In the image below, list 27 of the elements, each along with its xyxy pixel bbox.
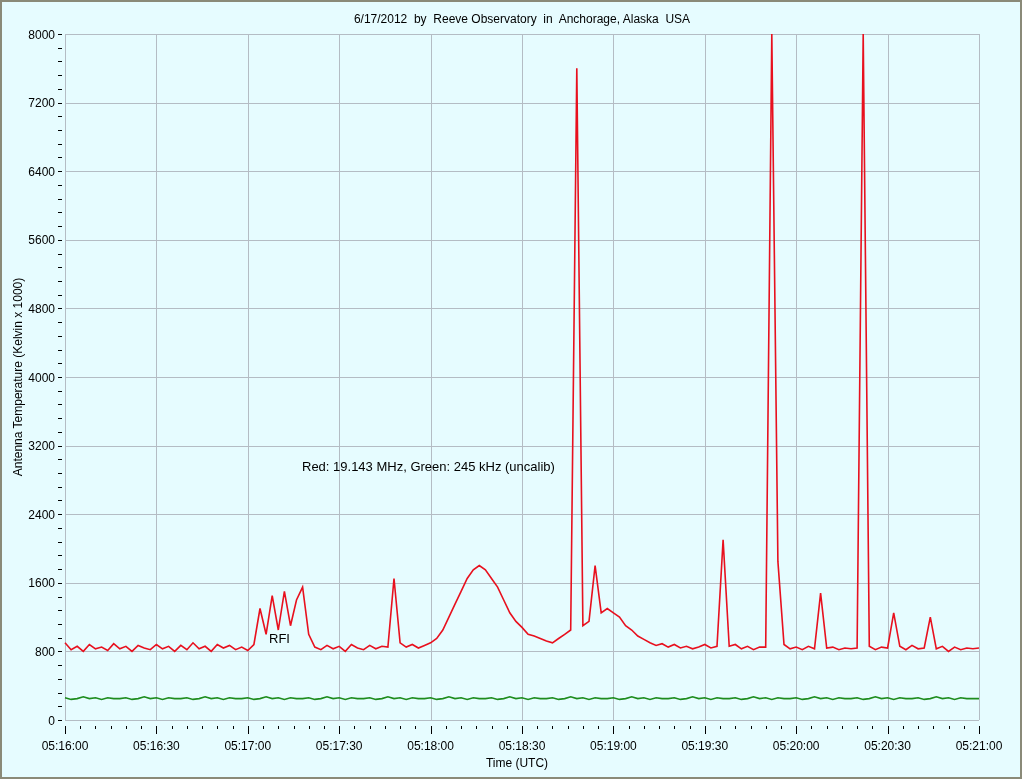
x-tick-label: 05:17:00 xyxy=(224,739,272,753)
chart-title: 6/17/2012 by Reeve Observatory in Anchorage, Alaska USA xyxy=(353,12,691,26)
chart-annotation: Red: 19.143 MHz, Green: 245 kHz (uncalib) xyxy=(302,459,555,474)
x-tick-label: 05:19:00 xyxy=(590,739,637,753)
y-tick-label: 3200 xyxy=(28,439,55,454)
y-tick-label: 4000 xyxy=(28,370,55,385)
chart-annotation: RFI xyxy=(269,631,290,646)
x-tick-label: 05:18:00 xyxy=(407,739,454,753)
x-tick-label: 05:17:30 xyxy=(315,739,363,753)
x-tick-label: 05:20:00 xyxy=(772,739,820,753)
y-tick-label: 800 xyxy=(34,644,55,659)
x-tick-label: 05:16:00 xyxy=(41,739,89,753)
y-tick-label: 1600 xyxy=(28,576,55,591)
x-tick-label: 05:21:00 xyxy=(955,739,1003,753)
y-tick-label: 8000 xyxy=(28,27,55,42)
x-tick-label: 05:16:30 xyxy=(133,739,180,753)
y-tick-label: 2400 xyxy=(28,507,55,522)
y-tick-label: 0 xyxy=(48,713,55,728)
x-tick-label: 05:18:30 xyxy=(498,739,546,753)
y-axis-title: Antenna Temperature (Kelvin x 1000) xyxy=(11,277,25,477)
y-tick-label: 7200 xyxy=(28,96,55,111)
x-axis-title: Time (UTC) xyxy=(485,756,549,770)
y-tick-label: 4800 xyxy=(28,301,55,316)
x-tick-label: 05:19:30 xyxy=(681,739,729,753)
y-tick-label: 6400 xyxy=(28,164,55,179)
y-tick-label: 5600 xyxy=(28,233,55,248)
x-tick-label: 05:20:30 xyxy=(864,739,911,753)
